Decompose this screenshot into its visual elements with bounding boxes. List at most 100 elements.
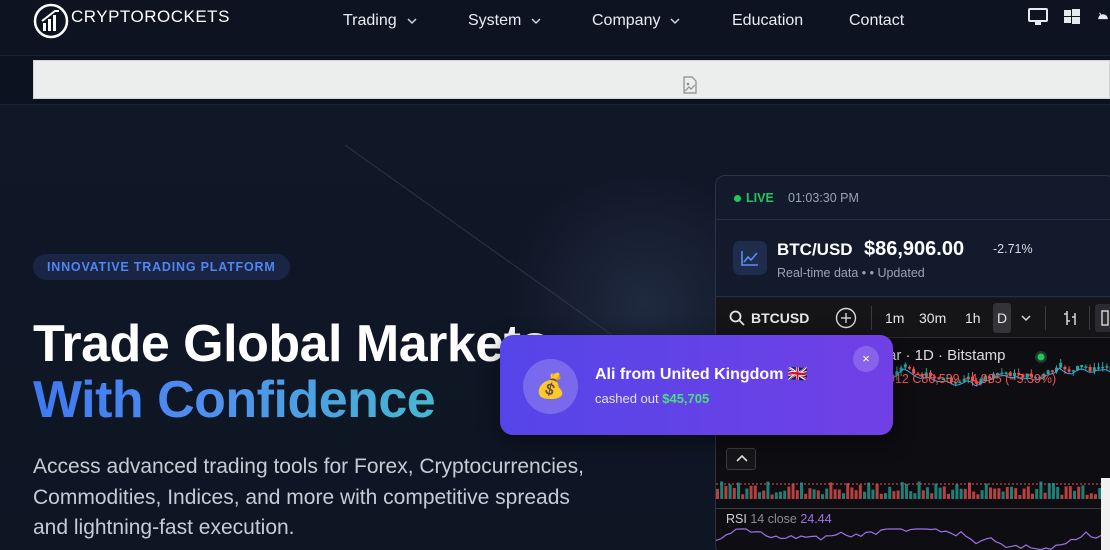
ticker-symbol: BTC/USD <box>777 240 853 259</box>
volume-bar <box>749 485 753 499</box>
volume-bar <box>905 483 908 499</box>
volume-bar <box>1031 493 1034 499</box>
volume-bar <box>737 482 740 499</box>
volume-bar <box>1018 494 1022 499</box>
volume-bar <box>963 488 967 499</box>
menu-item-label: System <box>468 12 522 29</box>
search-icon[interactable] <box>729 310 745 326</box>
bar-chart-type-icon[interactable] <box>1062 309 1080 327</box>
logo-icon <box>33 3 69 39</box>
menu-item-contact[interactable]: Contact <box>849 12 904 30</box>
menu-item-label: Contact <box>849 12 905 29</box>
chart-line-icon <box>733 241 767 275</box>
volume-bar <box>720 481 724 499</box>
volume-bar <box>846 483 850 499</box>
volume-bar <box>1089 493 1093 499</box>
volume-bar <box>758 492 761 499</box>
volume-bar <box>942 486 946 499</box>
menu-item-system[interactable]: System <box>468 12 592 30</box>
cashout-notification: 💰 Ali from United Kingdom 🇬🇧 cashed out … <box>500 335 893 435</box>
menu-item-label: Education <box>732 12 804 29</box>
volume-bar <box>1064 486 1068 499</box>
menu-item-company[interactable]: Company <box>592 12 732 30</box>
volume-bar <box>821 494 824 499</box>
volume-bar <box>829 482 833 499</box>
volume-bar <box>1039 481 1043 499</box>
close-button[interactable]: × <box>853 346 879 372</box>
volume-bar <box>968 482 971 499</box>
live-label: LIVE <box>746 191 774 205</box>
volume-bar <box>1085 494 1089 499</box>
volume-bar <box>955 484 959 499</box>
windows-icon[interactable] <box>1062 8 1082 26</box>
interval-selected[interactable]: D <box>993 303 1011 333</box>
volume-bar <box>989 487 992 499</box>
live-indicator-dot <box>734 195 741 202</box>
main-menu: Trading System Company Education Contact <box>343 12 904 30</box>
volume-bar <box>770 494 774 499</box>
ticker-subtitle: Real-time data • • Updated <box>777 266 925 280</box>
menu-item-label: Trading <box>343 12 397 29</box>
candle-body <box>908 367 911 369</box>
candle-body <box>1080 365 1084 367</box>
volume-bar <box>850 487 854 499</box>
chevron-down-icon[interactable] <box>1021 313 1031 323</box>
volume-bar <box>800 482 803 499</box>
candle-type-icon[interactable] <box>1094 303 1110 333</box>
volume-bar <box>930 493 934 499</box>
android-icon[interactable] <box>1096 8 1110 26</box>
collapse-panel-button[interactable] <box>726 448 756 470</box>
add-symbol-icon[interactable] <box>835 307 857 329</box>
volume-bar <box>745 488 749 499</box>
candle-body <box>1084 366 1088 368</box>
volume-bar <box>1068 486 1072 499</box>
hero-title-line1: Trade Global Markets <box>33 315 549 373</box>
volume-bar <box>900 482 904 499</box>
volume-bar <box>728 484 732 499</box>
candle-body <box>1105 366 1109 368</box>
hero-title-line2: With Confidence <box>33 371 436 429</box>
chart-title: ar · 1D · Bitstamp <box>888 347 1006 364</box>
chart-toolbar: BTCUSD 1m 30m 1h D <box>716 298 1110 338</box>
toolbar-divider <box>1045 306 1046 330</box>
menu-item-trading[interactable]: Trading <box>343 12 468 30</box>
volume-bar <box>917 481 921 499</box>
volume-bar <box>1005 487 1009 499</box>
volume-bar <box>858 484 862 499</box>
toolbar-divider <box>1089 306 1090 330</box>
volume-bar <box>795 490 799 499</box>
volume-bar <box>1026 486 1030 499</box>
volume-bar <box>997 488 1001 499</box>
volume-bar <box>1060 494 1064 499</box>
volume-bar <box>837 489 841 499</box>
rsi-value: 24.44 <box>800 512 832 526</box>
volume-bar <box>732 487 736 499</box>
volume-bar <box>783 490 787 499</box>
notification-message: cashed out $45,705 <box>595 391 709 406</box>
desktop-icon[interactable] <box>1028 8 1048 26</box>
volume-bar <box>959 488 963 499</box>
menu-item-education[interactable]: Education <box>732 12 849 30</box>
hero-badge: INNOVATIVE TRADING PLATFORM <box>33 254 290 280</box>
interval-1h[interactable]: 1h <box>965 310 981 326</box>
volume-bar <box>854 490 858 499</box>
interval-30m[interactable]: 30m <box>919 310 946 326</box>
volume-bar <box>1035 488 1039 499</box>
volume-bar <box>888 486 892 499</box>
volume-bar <box>892 491 896 499</box>
ticker-header: BTC/USD $86,906.00 -2.71% Real-time data… <box>716 221 1110 297</box>
volume-bar <box>825 488 829 499</box>
logo-text: CRYPTOROCKETS <box>71 7 230 26</box>
candle-body <box>1101 366 1105 369</box>
rsi-indicator-label: RSI 14 close 24.44 <box>726 512 832 526</box>
interval-1m[interactable]: 1m <box>885 310 904 326</box>
volume-bar <box>842 493 845 499</box>
candle-body <box>1067 369 1071 372</box>
volume-bar <box>1052 483 1055 499</box>
volume-bar <box>938 487 942 499</box>
logo[interactable]: CRYPTOROCKETS <box>33 3 230 39</box>
volume-bar <box>791 483 795 499</box>
chart-symbol[interactable]: BTCUSD <box>751 310 809 326</box>
volume-bar <box>947 493 950 499</box>
volume-bar <box>804 493 808 499</box>
